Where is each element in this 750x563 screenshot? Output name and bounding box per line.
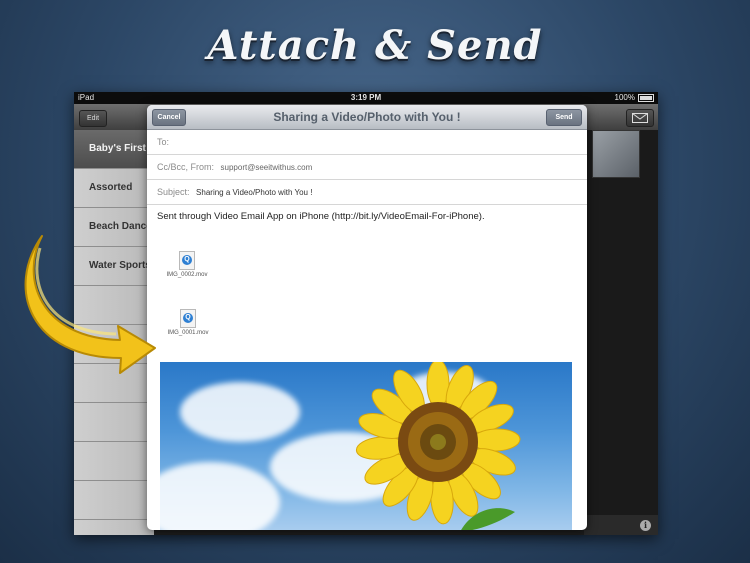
media-thumbnail[interactable] <box>592 130 640 178</box>
sidebar-empty-row <box>74 481 154 520</box>
headline-title: Attach & Send <box>207 22 543 69</box>
media-panel: i <box>584 130 658 535</box>
edit-button[interactable]: Edit <box>79 110 107 127</box>
sunflower-icon <box>355 362 521 530</box>
status-bar: iPad 3:19 PM 100% <box>74 92 658 104</box>
ccbcc-label: Cc/Bcc, From: <box>157 162 215 172</box>
envelope-icon <box>632 113 648 123</box>
media-toolbar: i <box>584 515 658 535</box>
compose-mail-button[interactable] <box>626 109 654 127</box>
info-icon[interactable]: i <box>640 520 651 531</box>
sidebar-item-babys-first[interactable]: Baby's First <box>74 130 154 169</box>
send-button[interactable]: Send <box>546 109 582 126</box>
ccbcc-from-field[interactable]: Cc/Bcc, From: support@seeitwithus.com <box>147 155 587 180</box>
sunflower-photo <box>160 362 572 530</box>
battery-area: 100% <box>615 92 654 104</box>
quicktime-file-icon <box>179 251 195 270</box>
sidebar-empty-row <box>74 442 154 481</box>
sidebar-empty-row <box>74 403 154 442</box>
subject-field[interactable]: Subject: Sharing a Video/Photo with You … <box>147 180 587 205</box>
message-body[interactable]: Sent through Video Email App on iPhone (… <box>147 205 587 222</box>
subject-label: Subject: <box>157 187 190 197</box>
status-time: 3:19 PM <box>350 93 382 102</box>
compose-navbar: Cancel Sharing a Video/Photo with You ! … <box>147 105 587 130</box>
curved-arrow-icon <box>24 235 156 374</box>
to-field[interactable]: To: <box>147 130 587 155</box>
compose-email-sheet: Cancel Sharing a Video/Photo with You ! … <box>147 105 587 530</box>
compose-title: Sharing a Video/Photo with You ! <box>273 110 461 124</box>
from-value: support@seeitwithus.com <box>220 163 313 172</box>
battery-icon <box>638 94 654 102</box>
subject-value: Sharing a Video/Photo with You ! <box>196 188 313 197</box>
to-label: To: <box>157 137 170 147</box>
sidebar-item-assorted[interactable]: Assorted <box>74 169 154 208</box>
battery-percent: 100% <box>614 93 635 102</box>
quicktime-file-icon <box>180 309 196 328</box>
